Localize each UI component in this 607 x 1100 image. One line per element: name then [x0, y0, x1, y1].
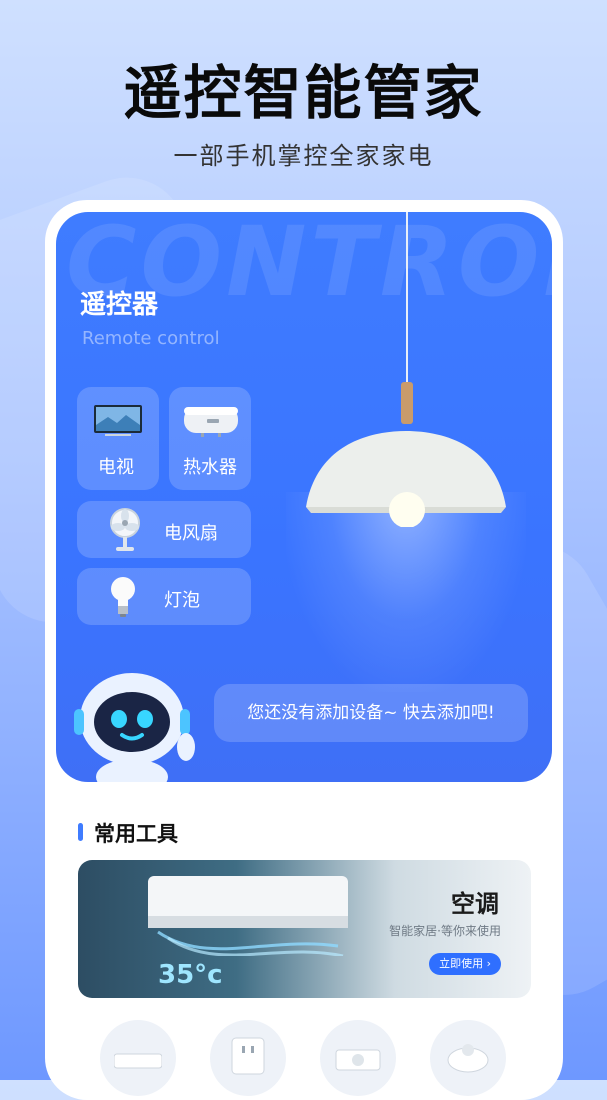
device-label-bulb: 灯泡	[164, 590, 200, 611]
hero-title: 遥控智能管家	[123, 59, 484, 127]
banner-title: 空调	[451, 890, 499, 918]
device-tile-water-heater[interactable]: 热水器	[169, 387, 251, 490]
lamp-cord	[406, 212, 408, 382]
use-now-label: 立即使用	[439, 957, 484, 970]
bulb-icon	[111, 577, 135, 617]
socket-icon	[231, 1037, 265, 1075]
remote-panel: CONTROL 遥控器 Remote control 电视 热水器	[56, 212, 552, 782]
tv-icon	[94, 405, 142, 436]
robot-vacuum-icon	[447, 1044, 489, 1073]
lamp-icon	[306, 431, 506, 527]
water-heater-icon	[184, 407, 238, 437]
robot-mascot-icon	[74, 673, 195, 782]
remote-title: 遥控器	[80, 290, 159, 320]
device-label-fan: 电风扇	[164, 523, 218, 544]
router-icon	[114, 1053, 162, 1069]
device-label-water-heater: 热水器	[183, 457, 237, 478]
remote-subtitle: Remote control	[82, 328, 220, 349]
device-tile-fan[interactable]: 电风扇	[77, 501, 251, 558]
fan-icon	[110, 508, 140, 551]
projector-icon	[335, 1049, 381, 1071]
section-title-tools: 常用工具	[94, 822, 178, 846]
use-now-button[interactable]: 立即使用 ›	[429, 953, 501, 975]
chevron-right-icon: ›	[486, 957, 491, 970]
banner-subtitle: 智能家居·等你来使用	[389, 924, 501, 938]
tool-projector[interactable]	[320, 1020, 396, 1096]
device-tile-bulb[interactable]: 灯泡	[77, 568, 251, 625]
tool-router[interactable]	[100, 1020, 176, 1096]
device-label-tv: 电视	[98, 457, 134, 478]
device-tile-tv[interactable]: 电视	[77, 387, 159, 490]
tool-robot-vacuum[interactable]	[430, 1020, 506, 1096]
temperature-display: 35°c	[158, 960, 223, 990]
empty-devices-message: 您还没有添加设备~ 快去添加吧!	[214, 684, 528, 742]
tool-socket[interactable]	[210, 1020, 286, 1096]
hero-subtitle: 一部手机掌控全家家电	[173, 142, 434, 170]
ac-banner[interactable]: 35°c 空调 智能家居·等你来使用 立即使用 ›	[78, 860, 531, 998]
air-conditioner-icon	[148, 876, 348, 956]
section-marker	[78, 823, 83, 841]
